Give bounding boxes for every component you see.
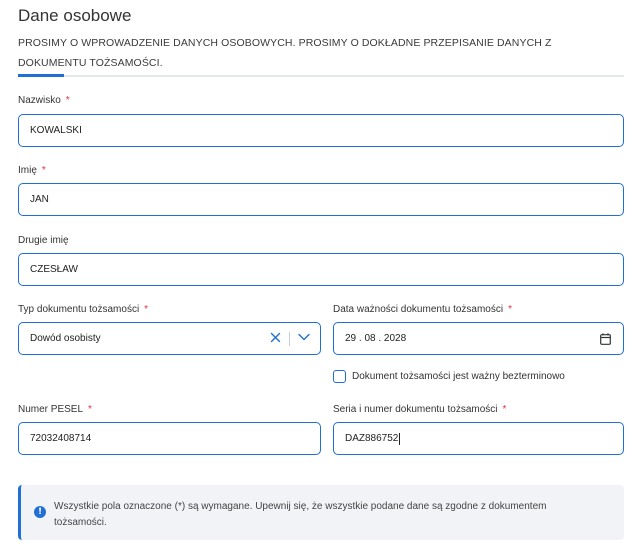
indefinite-validity-checkbox[interactable]: [333, 370, 346, 383]
document-number-label: Seria i numer dokumentu tożsamości *: [333, 404, 506, 415]
surname-value: KOWALSKI: [30, 125, 82, 136]
required-marker: *: [41, 165, 46, 176]
second-name-input[interactable]: CZESŁAW: [18, 253, 624, 286]
document-type-select[interactable]: Dowód osobisty: [18, 322, 321, 355]
document-number-input[interactable]: DAZ886752: [333, 422, 624, 455]
document-type-label: Typ dokumentu tożsamości *: [18, 304, 148, 315]
pesel-label-text: Numer PESEL: [18, 404, 84, 415]
surname-label-text: Nazwisko: [18, 95, 61, 106]
section-divider-accent: [18, 74, 64, 77]
expiry-date-label: Data ważności dokumentu tożsamości *: [333, 304, 512, 315]
section-title: Dane osobowe: [18, 6, 132, 25]
second-name-label: Drugie imię: [18, 235, 69, 246]
info-icon: !: [34, 506, 46, 518]
expiry-date-label-text: Data ważności dokumentu tożsamości: [333, 304, 504, 315]
surname-label: Nazwisko *: [18, 95, 70, 106]
required-marker: *: [502, 404, 507, 415]
first-name-label: Imię *: [18, 165, 46, 176]
select-controls: [270, 323, 310, 354]
calendar-icon[interactable]: [600, 333, 611, 348]
info-text: Wszystkie pola oznaczone (*) są wymagane…: [54, 501, 547, 528]
document-type-value: Dowód osobisty: [30, 333, 101, 344]
chevron-down-icon[interactable]: [298, 333, 310, 344]
first-name-input[interactable]: JAN: [18, 183, 624, 216]
document-number-label-text: Seria i numer dokumentu tożsamości: [333, 404, 498, 415]
expiry-date-value: 29 . 08 . 2028: [345, 333, 407, 344]
surname-input[interactable]: KOWALSKI: [18, 114, 624, 147]
expiry-date-input[interactable]: 29 . 08 . 2028: [333, 322, 624, 355]
second-name-value: CZESŁAW: [30, 264, 78, 275]
document-number-value: DAZ886752: [345, 433, 399, 444]
pesel-label: Numer PESEL *: [18, 404, 92, 415]
section-subtitle: PROSIMY O WPROWADZENIE DANYCH OSOBOWYCH.…: [18, 37, 552, 69]
first-name-value: JAN: [30, 194, 49, 205]
first-name-label-text: Imię: [18, 165, 37, 176]
required-marker: *: [88, 404, 92, 415]
section-divider: [18, 75, 624, 77]
select-separator: [289, 331, 290, 346]
required-marker: *: [508, 304, 512, 315]
clear-icon[interactable]: [270, 332, 281, 346]
required-marker: *: [144, 304, 149, 315]
second-name-label-text: Drugie imię: [18, 235, 69, 246]
text-caret: [399, 432, 401, 445]
indefinite-validity-label[interactable]: Dokument tożsamości jest ważny beztermin…: [352, 371, 565, 382]
document-type-label-text: Typ dokumentu tożsamości: [18, 304, 140, 315]
pesel-input[interactable]: 72032408714: [18, 422, 321, 455]
required-marker: *: [65, 95, 70, 106]
pesel-value: 72032408714: [30, 433, 92, 444]
info-notice: ! Wszystkie pola oznaczone (*) są wymaga…: [18, 485, 624, 540]
